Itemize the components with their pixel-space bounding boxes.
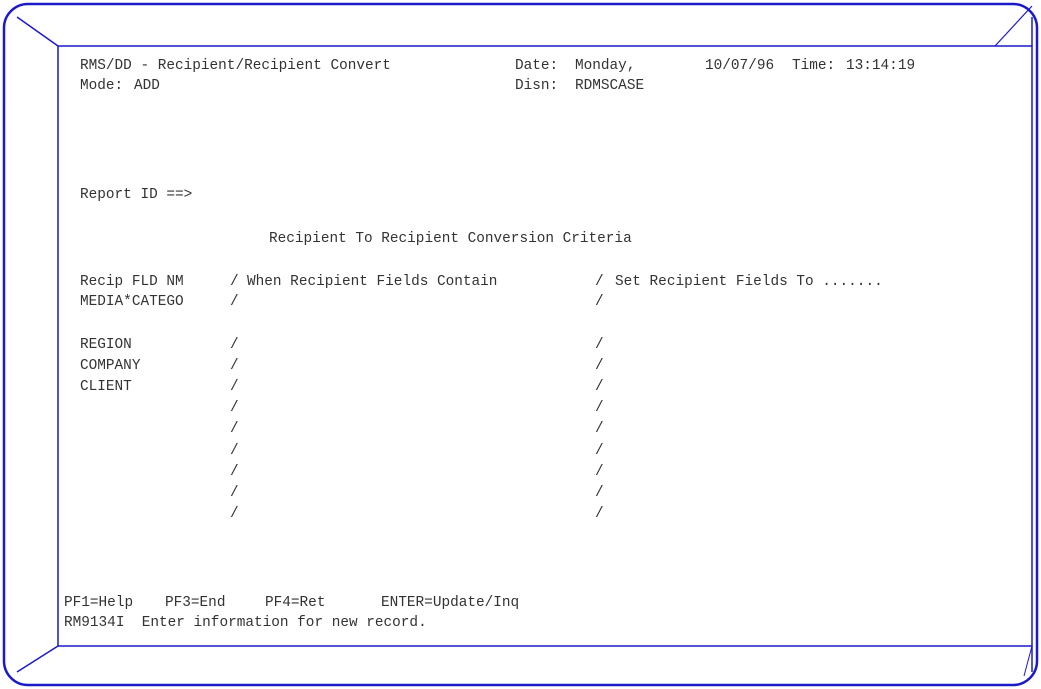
- set-field-input[interactable]: [615, 294, 965, 310]
- status-message: RM9134I Enter information for new record…: [64, 615, 427, 631]
- set-field-input[interactable]: [615, 464, 965, 480]
- mode-label: Mode:: [80, 78, 124, 94]
- pf3-end-key[interactable]: PF3=End: [165, 595, 225, 612]
- when-field-input[interactable]: [247, 337, 587, 353]
- row-separator-2: /: [595, 294, 604, 310]
- set-field-input[interactable]: [615, 400, 965, 416]
- mode-value: ADD: [134, 78, 160, 94]
- row-separator-1: /: [230, 506, 239, 522]
- row-separator-2: /: [595, 443, 604, 459]
- row-separator-2: /: [595, 337, 604, 353]
- set-field-input[interactable]: [615, 379, 965, 395]
- time-label: Time:: [792, 58, 836, 74]
- field-name-input[interactable]: [80, 443, 220, 459]
- row-separator-1: /: [230, 379, 239, 395]
- set-field-input[interactable]: [615, 337, 965, 353]
- set-field-input[interactable]: [615, 443, 965, 459]
- field-name-input[interactable]: [80, 421, 220, 437]
- pf4-ret-key[interactable]: PF4=Ret: [265, 595, 325, 612]
- when-field-input[interactable]: [247, 400, 587, 416]
- when-field-input[interactable]: [247, 421, 587, 437]
- column-header-set: Set Recipient Fields To .......: [615, 274, 883, 290]
- disn-value: RDMSCASE: [575, 78, 645, 94]
- row-separator-2: /: [595, 358, 604, 374]
- when-field-input[interactable]: [247, 358, 587, 374]
- row-separator-2: /: [595, 400, 604, 416]
- screen-title: RMS/DD - Recipient/Recipient Convert: [80, 58, 391, 74]
- when-field-input[interactable]: [247, 443, 587, 459]
- row-separator-2: /: [595, 485, 604, 501]
- row-field-name: CLIENT: [80, 379, 132, 395]
- date-label: Date:: [515, 58, 559, 74]
- row-field-name: COMPANY: [80, 358, 141, 374]
- disn-label: Disn:: [515, 78, 559, 94]
- set-field-input[interactable]: [615, 358, 965, 374]
- when-field-input[interactable]: [247, 464, 587, 480]
- pf1-help-key[interactable]: PF1=Help: [64, 595, 133, 612]
- row-separator-1: /: [230, 358, 239, 374]
- row-separator-2: /: [595, 379, 604, 395]
- date-day: Monday,: [575, 58, 636, 74]
- row-separator-1: /: [230, 421, 239, 437]
- when-field-input[interactable]: [247, 485, 587, 501]
- row-separator-2: /: [595, 464, 604, 480]
- report-id-label: Report ID ==>: [80, 187, 193, 203]
- set-field-input[interactable]: [615, 506, 965, 522]
- row-separator-2: /: [595, 421, 604, 437]
- row-separator-1: /: [230, 337, 239, 353]
- field-name-input[interactable]: [80, 506, 220, 522]
- row-separator-2: /: [595, 506, 604, 522]
- when-field-input[interactable]: [247, 294, 587, 310]
- row-field-name: REGION: [80, 337, 132, 353]
- row-separator-1: /: [230, 400, 239, 416]
- row-separator-1: /: [230, 294, 239, 310]
- field-name-input[interactable]: [80, 464, 220, 480]
- row-separator-1: /: [230, 485, 239, 501]
- set-field-input[interactable]: [615, 421, 965, 437]
- enter-update-key[interactable]: ENTER=Update/Inq: [381, 595, 519, 612]
- section-title: Recipient To Recipient Conversion Criter…: [269, 231, 632, 247]
- row-separator-1: /: [230, 464, 239, 480]
- column-header-field: Recip FLD NM: [80, 274, 184, 290]
- row-field-name: MEDIA*CATEGO: [80, 294, 184, 310]
- set-field-input[interactable]: [615, 485, 965, 501]
- field-name-input[interactable]: [80, 485, 220, 501]
- when-field-input[interactable]: [247, 506, 587, 522]
- column-header-when: When Recipient Fields Contain: [247, 274, 498, 290]
- row-separator-1: /: [230, 443, 239, 459]
- time-value: 13:14:19: [846, 58, 916, 74]
- report-id-input[interactable]: [235, 187, 535, 203]
- column-separator-2: /: [595, 274, 604, 290]
- column-separator-1: /: [230, 274, 239, 290]
- when-field-input[interactable]: [247, 379, 587, 395]
- field-name-input[interactable]: [80, 400, 220, 416]
- date-value: 10/07/96: [705, 58, 775, 74]
